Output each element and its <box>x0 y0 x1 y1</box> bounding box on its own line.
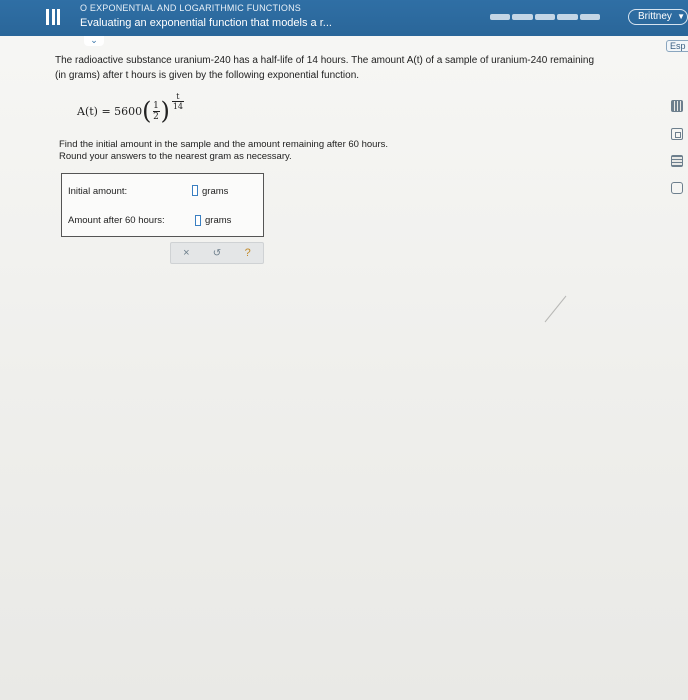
stray-pen-mark <box>544 295 567 323</box>
page: O EXPONENTIAL AND LOGARITHMIC FUNCTIONS … <box>0 0 688 700</box>
